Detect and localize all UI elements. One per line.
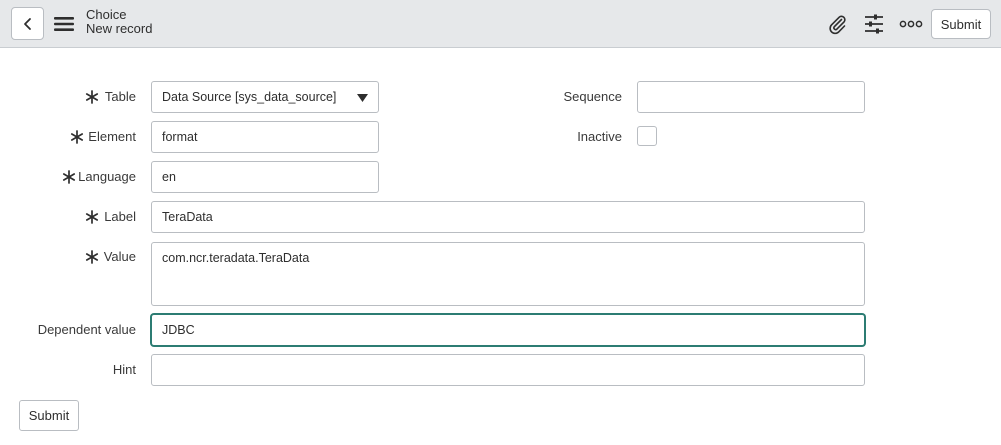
more-options-icon (899, 20, 923, 28)
form-submit-button[interactable]: Submit (19, 400, 79, 431)
page-title: Choice (86, 7, 127, 22)
language-input[interactable]: en (151, 161, 379, 193)
back-button[interactable] (11, 7, 44, 40)
element-input[interactable]: format (151, 121, 379, 153)
paperclip-icon (829, 15, 846, 35)
required-asterisk-icon (62, 170, 76, 184)
sliders-icon (865, 14, 883, 34)
hint-input[interactable] (151, 354, 865, 386)
menu-button[interactable] (53, 13, 75, 35)
chevron-left-icon (23, 17, 31, 30)
inactive-checkbox[interactable] (637, 126, 657, 146)
header-submit-button[interactable]: Submit (931, 9, 991, 39)
hamburger-menu-icon (54, 17, 74, 31)
language-input-value: en (162, 170, 176, 184)
value-field-label: Value (103, 249, 136, 264)
dependent-value-text: JDBC (162, 323, 195, 337)
sequence-input[interactable] (637, 81, 865, 113)
dropdown-arrow-icon (357, 94, 368, 102)
table-select-value: Data Source [sys_data_source] (162, 90, 337, 104)
value-textarea-text: com.ncr.teradata.TeraData (162, 251, 310, 265)
attachment-button[interactable] (824, 11, 850, 37)
dependent-value-label: Dependent value (37, 322, 136, 337)
label-input[interactable]: TeraData (151, 201, 865, 233)
dependent-value-input[interactable]: JDBC (151, 314, 865, 346)
inactive-label: Inactive (577, 129, 622, 144)
more-options-button[interactable] (898, 11, 924, 37)
element-label: Element (88, 129, 136, 144)
required-asterisk-icon (85, 90, 99, 104)
required-asterisk-icon (70, 130, 84, 144)
record-title: Choice New record (86, 8, 152, 36)
value-textarea[interactable]: com.ncr.teradata.TeraData (151, 242, 865, 306)
hint-label: Hint (112, 362, 136, 377)
language-label: Language (78, 169, 136, 184)
table-select[interactable]: Data Source [sys_data_source] (151, 81, 379, 113)
required-asterisk-icon (85, 210, 99, 224)
label-input-value: TeraData (162, 210, 213, 224)
page-subtitle: New record (86, 21, 153, 36)
element-input-value: format (162, 130, 198, 144)
label-field-label: Label (104, 209, 136, 224)
sequence-label: Sequence (563, 89, 622, 104)
table-label: Table (104, 89, 136, 104)
personalize-form-button[interactable] (861, 11, 887, 37)
required-asterisk-icon (85, 250, 99, 264)
form-header: Choice New record Submit (0, 0, 1001, 48)
